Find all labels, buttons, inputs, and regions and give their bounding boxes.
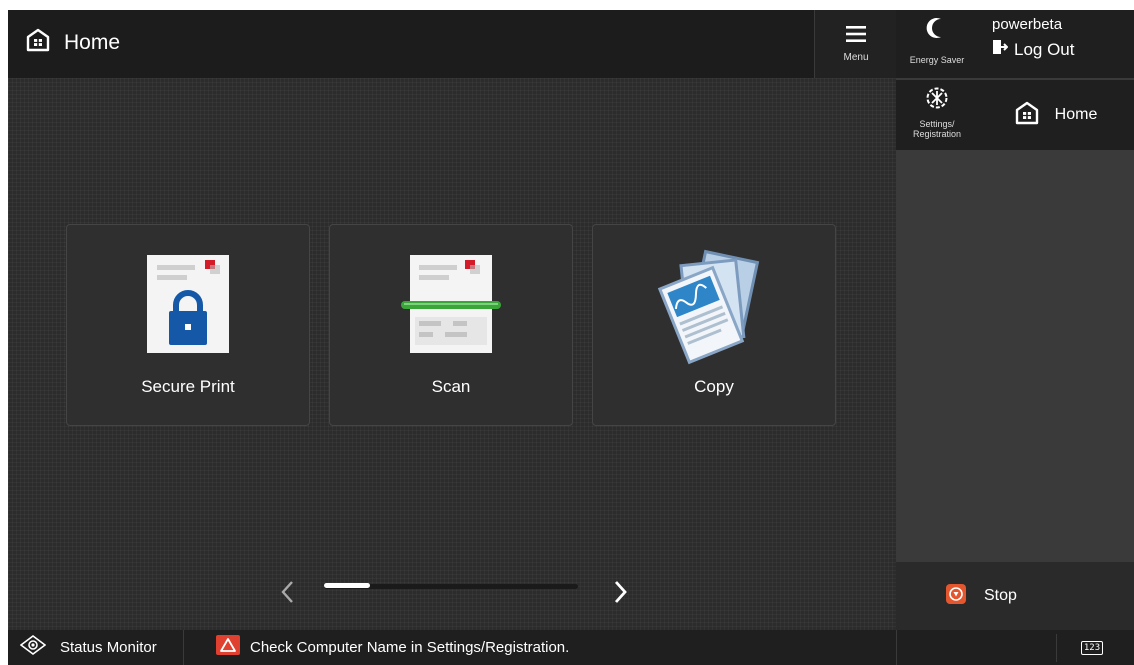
settings-registration-button[interactable]: Settings/ Registration xyxy=(896,80,978,150)
tile-label: Secure Print xyxy=(141,377,235,396)
logout-button[interactable]: Log Out xyxy=(992,39,1134,60)
menu-button[interactable]: Menu xyxy=(814,10,897,78)
home-button[interactable]: Home xyxy=(978,80,1134,150)
bottom-bar: Status Monitor Check Computer Name in Se… xyxy=(8,630,1134,665)
hamburger-icon xyxy=(845,25,867,48)
stop-button[interactable]: Stop xyxy=(896,562,1134,630)
chevron-left-icon[interactable] xyxy=(276,578,300,606)
status-monitor-icon xyxy=(19,635,47,660)
stop-icon xyxy=(946,583,966,609)
username: powerbeta xyxy=(992,16,1063,33)
copy-icon xyxy=(654,247,774,372)
right-panel: Energy Saver powerbeta Log Out Settings/… xyxy=(896,10,1134,665)
numeric-keypad-button[interactable]: 123 xyxy=(1056,634,1127,662)
home-icon xyxy=(26,28,50,57)
tile-label: Copy xyxy=(694,377,734,396)
status-message[interactable]: Check Computer Name in Settings/Registra… xyxy=(216,630,569,665)
top-bar: Home Menu xyxy=(8,10,897,78)
status-message-text: Check Computer Name in Settings/Registra… xyxy=(250,639,570,656)
page-indicator-thumb[interactable] xyxy=(324,583,370,588)
moon-icon xyxy=(926,16,948,45)
device-screen: Home Menu Secure Print Scan Copy Energy … xyxy=(8,10,1134,665)
menu-label: Menu xyxy=(843,52,869,63)
energy-saver-label: Energy Saver xyxy=(909,55,965,65)
warning-icon xyxy=(216,635,240,660)
logout-icon xyxy=(992,39,1009,60)
settings-gear-icon xyxy=(925,86,949,115)
home-title: Home xyxy=(26,28,120,57)
status-monitor-label: Status Monitor xyxy=(60,639,157,656)
home-label: Home xyxy=(1054,106,1098,123)
user-panel: powerbeta Log Out xyxy=(978,10,1134,78)
stop-label: Stop xyxy=(984,587,1017,604)
tile-copy[interactable]: Copy xyxy=(592,224,836,426)
logout-label: Log Out xyxy=(1014,39,1075,59)
settings-label-line2: Registration xyxy=(912,129,962,139)
tile-secure-print[interactable]: Secure Print xyxy=(66,224,310,426)
secure-print-icon xyxy=(143,247,233,362)
tile-label: Scan xyxy=(431,377,471,396)
keypad-icon: 123 xyxy=(1080,641,1104,655)
home-icon xyxy=(1015,101,1039,130)
scan-icon xyxy=(401,247,501,362)
page-title: Home xyxy=(64,30,121,54)
settings-label-line1: Settings/ xyxy=(919,119,955,129)
energy-saver-button[interactable]: Energy Saver xyxy=(896,10,978,78)
status-monitor-button[interactable]: Status Monitor xyxy=(8,630,184,665)
chevron-right-icon[interactable] xyxy=(608,578,632,606)
main-area: Secure Print Scan Copy xyxy=(8,78,896,630)
tile-scan[interactable]: Scan xyxy=(329,224,573,426)
bottom-right-area: 123 xyxy=(896,630,1134,665)
